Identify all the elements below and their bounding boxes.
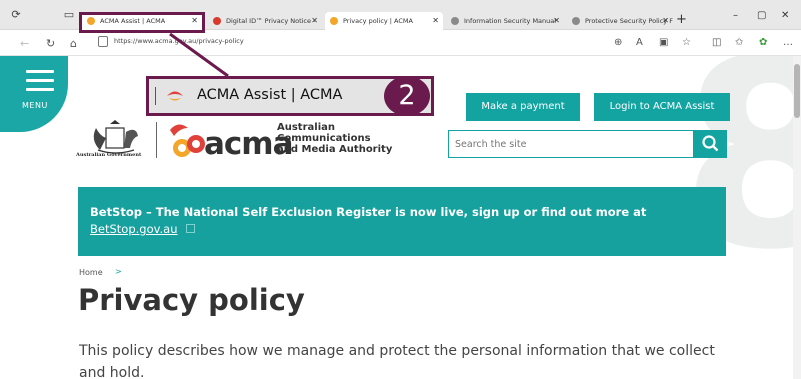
zoom-icon[interactable]: ⊕ <box>614 37 622 48</box>
favorites-icon[interactable]: ✩ <box>735 37 743 48</box>
back-icon[interactable]: ← <box>20 37 29 50</box>
step-number-badge: 2 <box>384 76 430 116</box>
search-input[interactable] <box>455 136 685 152</box>
maximize-button[interactable]: ▢ <box>757 10 766 21</box>
immersive-reader-icon[interactable]: ▣ <box>659 37 668 48</box>
tab-privacy-policy[interactable]: Privacy policy | ACMA ✕ <box>325 12 443 30</box>
close-tab-icon[interactable]: ✕ <box>662 12 669 30</box>
pspf-favicon-icon <box>572 17 580 25</box>
hamburger-icon <box>26 70 54 97</box>
search-button[interactable] <box>694 130 727 158</box>
search-icon <box>702 135 719 152</box>
callout-label: ACMA Assist | ACMA <box>197 87 343 103</box>
close-tab-icon[interactable]: ✕ <box>553 12 560 30</box>
close-tab-icon[interactable]: ✕ <box>311 12 318 30</box>
close-window-button[interactable]: ✕ <box>781 10 789 21</box>
tab-protective-security[interactable]: Protective Security Policy Fr ✕ <box>567 12 673 30</box>
ism-favicon-icon <box>451 17 459 25</box>
menu-label: MENU <box>22 101 48 110</box>
page-scrollbar[interactable] <box>793 56 801 379</box>
tab-actions-icon[interactable]: ▭ <box>62 8 76 22</box>
acma-full-name: Australian Communications and Media Auth… <box>277 122 392 155</box>
tab-divider <box>155 87 156 105</box>
tab-digital-id[interactable]: Digital ID™ Privacy Notice - ✕ <box>208 12 322 30</box>
new-tab-button[interactable]: + <box>676 12 687 28</box>
digital-id-favicon-icon <box>213 17 221 25</box>
tab-label: Information Security Manual <box>464 17 557 25</box>
logo-divider <box>156 122 157 158</box>
logo-line: Australian <box>277 122 335 133</box>
address-field[interactable]: https://www.acma.gov.au/privacy-policy <box>92 35 590 52</box>
page-info-icon[interactable] <box>98 36 108 47</box>
more-options-icon[interactable]: … <box>783 37 793 48</box>
logo-line: Communications <box>277 133 371 144</box>
scrollbar-thumb[interactable] <box>794 64 800 118</box>
split-screen-icon[interactable]: ◫ <box>712 37 721 48</box>
logo-line: and Media Authority <box>277 144 393 155</box>
search-field[interactable] <box>448 130 694 158</box>
read-aloud-icon[interactable]: A <box>636 37 643 48</box>
address-bar-row: ← ↻ ⌂ https://www.acma.gov.au/privacy-po… <box>0 30 801 56</box>
banner-message: BetStop – The National Self Exclusion Re… <box>90 205 647 219</box>
tab-information-security-manual[interactable]: Information Security Manual ✕ <box>446 12 564 30</box>
breadcrumb-home[interactable]: Home <box>79 268 103 277</box>
betstop-link[interactable]: BetStop.gov.au <box>90 222 178 236</box>
betstop-banner: BetStop – The National Self Exclusion Re… <box>78 187 726 256</box>
tab-label: Privacy policy | ACMA <box>343 17 413 25</box>
minimize-button[interactable]: – <box>733 10 738 21</box>
acma-favicon-icon <box>167 91 183 101</box>
favorite-star-icon[interactable]: ☆ <box>682 37 691 48</box>
breadcrumb-separator: > <box>115 267 122 276</box>
menu-button[interactable]: MENU <box>0 56 68 132</box>
intro-paragraph: This policy describes how we manage and … <box>79 343 715 379</box>
home-icon[interactable]: ⌂ <box>70 37 77 50</box>
workspaces-icon[interactable]: ⟳ <box>9 8 23 22</box>
government-label: Australian Government <box>76 152 142 158</box>
tab-label: Protective Security Policy Fr <box>585 17 673 25</box>
banner-text: BetStop – The National Self Exclusion Re… <box>90 204 710 238</box>
login-acma-assist-button[interactable]: Login to ACMA Assist <box>594 93 730 121</box>
refresh-icon[interactable]: ↻ <box>46 37 55 50</box>
tab-label: Digital ID™ Privacy Notice - <box>226 17 316 25</box>
extensions-icon[interactable]: ✿ <box>759 37 767 48</box>
close-tab-icon[interactable]: ✕ <box>432 12 439 30</box>
external-link-icon <box>185 224 195 233</box>
page-title: Privacy policy <box>78 283 305 317</box>
make-payment-button[interactable]: Make a payment <box>466 93 580 121</box>
url-text: https://www.acma.gov.au/privacy-policy <box>114 37 244 45</box>
acma-favicon-icon <box>330 17 338 25</box>
tab-highlight-box <box>79 12 205 33</box>
